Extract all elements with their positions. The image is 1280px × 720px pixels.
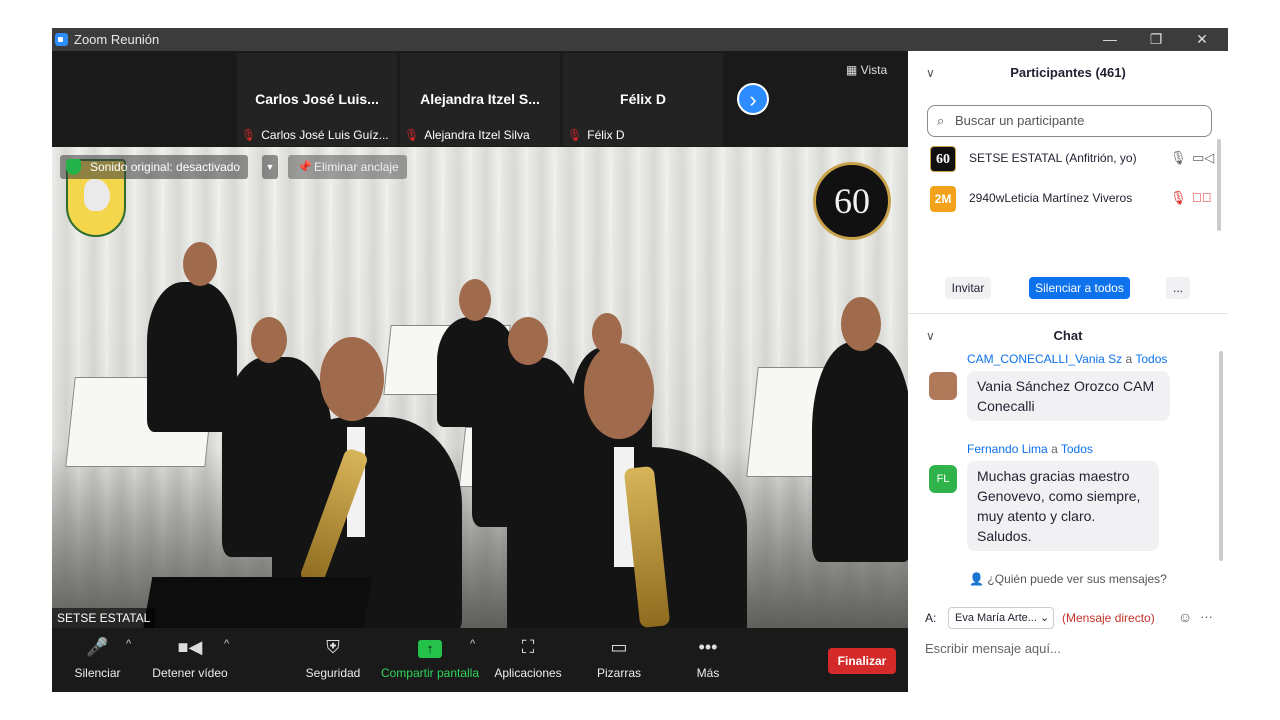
muted-mic-icon: 🎙 [241, 128, 257, 142]
participant-thumbnail[interactable]: Félix D 🎙 Félix D [563, 53, 723, 146]
share-options-caret[interactable]: ^ [470, 638, 475, 650]
search-icon: ⌕ [937, 113, 945, 128]
pin-icon: 📌 [297, 160, 312, 174]
stop-video-button[interactable]: ■◀ Detener vídeo [150, 636, 230, 680]
video-camera-icon[interactable]: ▭◁ [1192, 150, 1214, 166]
participant-name: 2940wLeticia Martínez Viveros [969, 191, 1133, 205]
thumbnail-strip: Carlos José Luis... 🎙 Carlos José Luis Gu… [52, 51, 908, 147]
emoji-icon[interactable]: ☺ [1178, 609, 1192, 625]
more-button[interactable]: ••• Más [688, 636, 728, 680]
audio-options-caret[interactable]: ^ [126, 638, 131, 650]
main-video: Sonido original: desactivado ▼ 📌 Elimina… [52, 147, 908, 628]
more-icon: ••• [698, 637, 718, 657]
chat-message: Vania Sánchez Orozco CAM Conecalli [967, 371, 1170, 421]
to-label: A: [925, 611, 937, 625]
close-button[interactable]: ✕ [1179, 29, 1225, 50]
participants-more-button[interactable]: ... [1166, 277, 1190, 299]
thumbnail-label: 🎙 Alejandra Itzel Silva [404, 128, 530, 142]
thumbnail-name: Félix D [620, 91, 666, 107]
sound-original-toggle[interactable]: Sonido original: desactivado [60, 155, 249, 179]
anniversary-60-logo: 60 [813, 162, 891, 240]
chevron-down-icon: ⌄ [1039, 612, 1050, 624]
video-off-icon[interactable]: ▭⃥ [1192, 190, 1212, 205]
apps-icon: ⛶ [521, 637, 535, 657]
avatar: 60 [930, 146, 956, 172]
chat-message: Muchas gracias maestro Genovevo, como si… [967, 461, 1159, 551]
participants-scrollbar[interactable] [1217, 139, 1221, 231]
music-stand [141, 577, 373, 628]
video-name-tag: SETSE ESTATAL [52, 608, 156, 628]
side-panel: ∨ Participantes (461) ⌕ Buscar un partic… [908, 51, 1228, 692]
apps-button[interactable]: ⛶ Aplicaciones [492, 636, 564, 680]
title-bar: Zoom Reunión — ❐ ✕ [52, 28, 1228, 51]
thumbnail-name: Alejandra Itzel S... [420, 91, 540, 107]
message-sender: Fernando Lima a Todos [967, 442, 1093, 456]
musician [812, 342, 908, 562]
end-meeting-button[interactable]: Finalizar [828, 648, 896, 674]
thumbnail-label: 🎙 Félix D [567, 128, 625, 142]
next-page-button[interactable]: › [737, 83, 769, 115]
user-icon: 👤 [969, 572, 985, 586]
participant-row[interactable]: 60 SETSE ESTATAL (Anfitrión, yo) 🎙 ▭◁ [930, 142, 1220, 176]
participant-row[interactable]: 2M 2940wLeticia Martínez Viveros 🎙 ▭⃥ [930, 182, 1220, 216]
chat-scrollbar[interactable] [1219, 351, 1223, 561]
zoom-window: Zoom Reunión — ❐ ✕ Carlos José Luis... 🎙… [52, 28, 1228, 692]
who-can-see-link[interactable]: 👤 ¿Quién puede ver sus mensajes? [908, 572, 1228, 586]
participants-header: ∨ Participantes (461) [908, 61, 1228, 85]
whiteboards-button[interactable]: ▭ Pizarras [592, 636, 646, 680]
participant-name: SETSE ESTATAL (Anfitrión, yo) [969, 151, 1137, 165]
chat-header: ∨ Chat [908, 324, 1228, 348]
mute-button[interactable]: 🎤 Silenciar [70, 636, 125, 680]
participant-thumbnail[interactable]: Carlos José Luis... 🎙 Carlos José Luis Gu… [237, 53, 397, 146]
microphone-icon[interactable]: 🎙 [1170, 150, 1187, 166]
shield-icon [66, 159, 81, 175]
shield-icon: ⛨ [326, 637, 340, 657]
grid-icon: ▦ [846, 63, 861, 77]
thumbnail-label: 🎙 Carlos José Luis Guíz... [241, 128, 389, 142]
avatar [929, 372, 957, 400]
whiteboard-icon: ▭ [610, 637, 628, 657]
meeting-toolbar: 🎤 Silenciar ^ ■◀ Detener vídeo ^ ⛨ Segur… [52, 628, 908, 692]
avatar: 2M [930, 186, 956, 212]
unpin-button[interactable]: 📌 Eliminar anclaje [288, 155, 407, 179]
microphone-icon: 🎤 [86, 637, 109, 657]
invite-button[interactable]: Invitar [945, 277, 991, 299]
muted-mic-icon: 🎙 [404, 128, 420, 142]
thumbnail-name: Carlos José Luis... [255, 91, 379, 107]
window-title: Zoom Reunión [74, 32, 160, 47]
chevron-down-icon[interactable]: ∨ [926, 324, 935, 348]
video-options-caret[interactable]: ^ [224, 638, 229, 650]
chevron-down-icon[interactable]: ∨ [926, 61, 935, 85]
participant-thumbnail[interactable]: Alejandra Itzel S... 🎙 Alejandra Itzel Si… [400, 53, 560, 146]
mute-all-button[interactable]: Silenciar a todos [1029, 277, 1130, 299]
video-camera-icon: ■◀ [177, 637, 203, 657]
video-area: Carlos José Luis... 🎙 Carlos José Luis Gu… [52, 51, 908, 692]
view-button[interactable]: ▦ Vista [846, 63, 887, 77]
sound-dropdown-button[interactable]: ▼ [262, 155, 278, 179]
share-screen-icon: ↑ [378, 636, 482, 658]
message-sender: CAM_CONECALLI_Vania Sz a Todos [967, 352, 1168, 366]
direct-message-label: (Mensaje directo) [1062, 611, 1155, 625]
security-button[interactable]: ⛨ Seguridad [302, 636, 364, 680]
avatar: FL [929, 465, 957, 493]
minimize-button[interactable]: — [1087, 29, 1133, 50]
muted-mic-icon: 🎙 [567, 128, 583, 142]
zoom-app-icon [55, 33, 68, 46]
share-screen-button[interactable]: ↑ Compartir pantalla [378, 636, 482, 680]
participant-search-input[interactable]: ⌕ Buscar un participante [927, 105, 1212, 137]
more-icon[interactable]: ··· [1200, 609, 1213, 624]
maximize-button[interactable]: ❐ [1133, 29, 1179, 50]
recipient-row: A: Eva María Arte... ⌄ (Mensaje directo)… [925, 606, 1225, 632]
muted-mic-icon[interactable]: 🎙 [1170, 190, 1187, 206]
divider [908, 313, 1228, 314]
recipient-select[interactable]: Eva María Arte... ⌄ [948, 607, 1054, 629]
chat-input[interactable]: Escribir mensaje aquí... [925, 641, 1061, 656]
